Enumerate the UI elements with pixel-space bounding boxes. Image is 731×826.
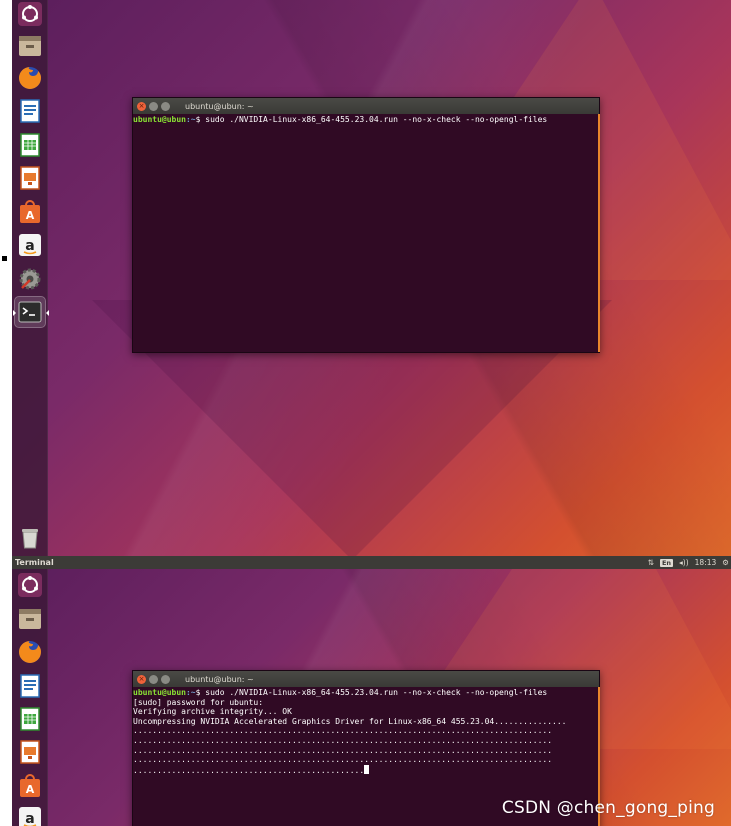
launcher: A a — [12, 569, 48, 826]
panel-app-name: Terminal — [15, 558, 54, 567]
keyboard-layout-indicator[interactable]: En — [659, 558, 674, 567]
ubuntu-dash-icon[interactable] — [15, 570, 45, 600]
prompt-path: :~ — [185, 688, 196, 697]
top-panel: Terminal ⇅ En ◂)) 18:13 ⚙ — [12, 556, 731, 569]
maximize-icon[interactable] — [161, 101, 170, 111]
gear-icon[interactable]: ⚙ — [722, 558, 729, 567]
clock[interactable]: 18:13 — [695, 558, 717, 567]
libreoffice-calc-icon[interactable] — [15, 704, 45, 734]
prompt-user: ubuntu@ubun — [133, 115, 186, 124]
launcher: A a — [12, 0, 49, 556]
output-line-last: ........................................… — [133, 764, 599, 776]
svg-text:A: A — [26, 783, 35, 796]
output-line: ........................................… — [133, 726, 553, 736]
command-text: $ sudo ./NVIDIA-Linux-x86_64-455.23.04.r… — [195, 115, 548, 124]
svg-text:a: a — [25, 238, 34, 254]
libreoffice-impress-icon[interactable] — [15, 163, 45, 193]
firefox-icon[interactable] — [15, 637, 45, 667]
terminal-window[interactable]: × ubuntu@ubun: ~ ubuntu@ubun:~$ sudo ./N… — [132, 97, 600, 353]
indicator-area: ⇅ En ◂)) 18:13 ⚙ — [648, 556, 729, 569]
libreoffice-calc-icon[interactable] — [15, 130, 45, 160]
maximize-icon[interactable] — [161, 674, 170, 684]
output-line: Verifying archive integrity... OK — [133, 707, 292, 717]
network-icon[interactable]: ⇅ — [648, 558, 654, 567]
trash-icon[interactable] — [15, 523, 45, 553]
terminal-output[interactable]: ubuntu@ubun:~$ sudo ./NVIDIA-Linux-x86_6… — [133, 114, 599, 125]
desktop-top: A a × ubuntu@ubun: ~ ubuntu@ubun:~$ sudo… — [12, 0, 731, 556]
svg-text:a: a — [25, 811, 34, 826]
prompt-path: :~ — [185, 115, 196, 124]
close-icon[interactable]: × — [137, 674, 146, 684]
minimize-icon[interactable] — [149, 674, 158, 684]
software-center-icon[interactable]: A — [15, 197, 45, 227]
close-icon[interactable]: × — [137, 101, 146, 111]
text-cursor — [364, 764, 370, 774]
files-icon[interactable] — [15, 604, 45, 634]
terminal-icon[interactable] — [13, 296, 49, 328]
software-center-icon[interactable]: A — [15, 771, 45, 801]
terminal-titlebar[interactable]: × ubuntu@ubun: ~ — [133, 98, 599, 114]
firefox-icon[interactable] — [15, 63, 45, 93]
output-line: Uncompressing NVIDIA Accelerated Graphic… — [133, 716, 567, 726]
output-line: ........................................… — [133, 745, 553, 755]
desktop-bottom: A a × ubuntu@ubun: ~ ubuntu@ubun:~$ sudo… — [12, 569, 731, 826]
terminal-title: ubuntu@ubun: ~ — [185, 674, 254, 684]
terminal-titlebar[interactable]: × ubuntu@ubun: ~ — [133, 671, 599, 687]
prompt-user: ubuntu@ubun — [133, 688, 186, 697]
files-icon[interactable] — [15, 31, 45, 61]
libreoffice-writer-icon[interactable] — [15, 671, 45, 701]
terminal-output[interactable]: ubuntu@ubun:~$ sudo ./NVIDIA-Linux-x86_6… — [133, 687, 599, 775]
libreoffice-writer-icon[interactable] — [15, 96, 45, 126]
system-settings-icon[interactable] — [15, 264, 45, 294]
watermark: CSDN @chen_gong_ping — [501, 798, 715, 818]
terminal-title: ubuntu@ubun: ~ — [185, 101, 254, 111]
output-line: [sudo] password for ubuntu: — [133, 697, 264, 707]
svg-text:A: A — [26, 209, 35, 222]
output-line: ........................................… — [133, 735, 553, 745]
side-marker — [2, 256, 7, 261]
libreoffice-impress-icon[interactable] — [15, 737, 45, 767]
output-line: ........................................… — [133, 765, 365, 775]
command-line: ubuntu@ubun:~$ sudo ./NVIDIA-Linux-x86_6… — [133, 688, 599, 698]
output-line: ........................................… — [133, 755, 553, 765]
volume-icon[interactable]: ◂)) — [679, 558, 689, 567]
command-text: $ sudo ./NVIDIA-Linux-x86_64-455.23.04.r… — [195, 688, 548, 697]
amazon-icon[interactable]: a — [15, 803, 45, 826]
amazon-icon[interactable]: a — [15, 230, 45, 260]
minimize-icon[interactable] — [149, 101, 158, 111]
ubuntu-dash-icon[interactable] — [15, 0, 45, 29]
